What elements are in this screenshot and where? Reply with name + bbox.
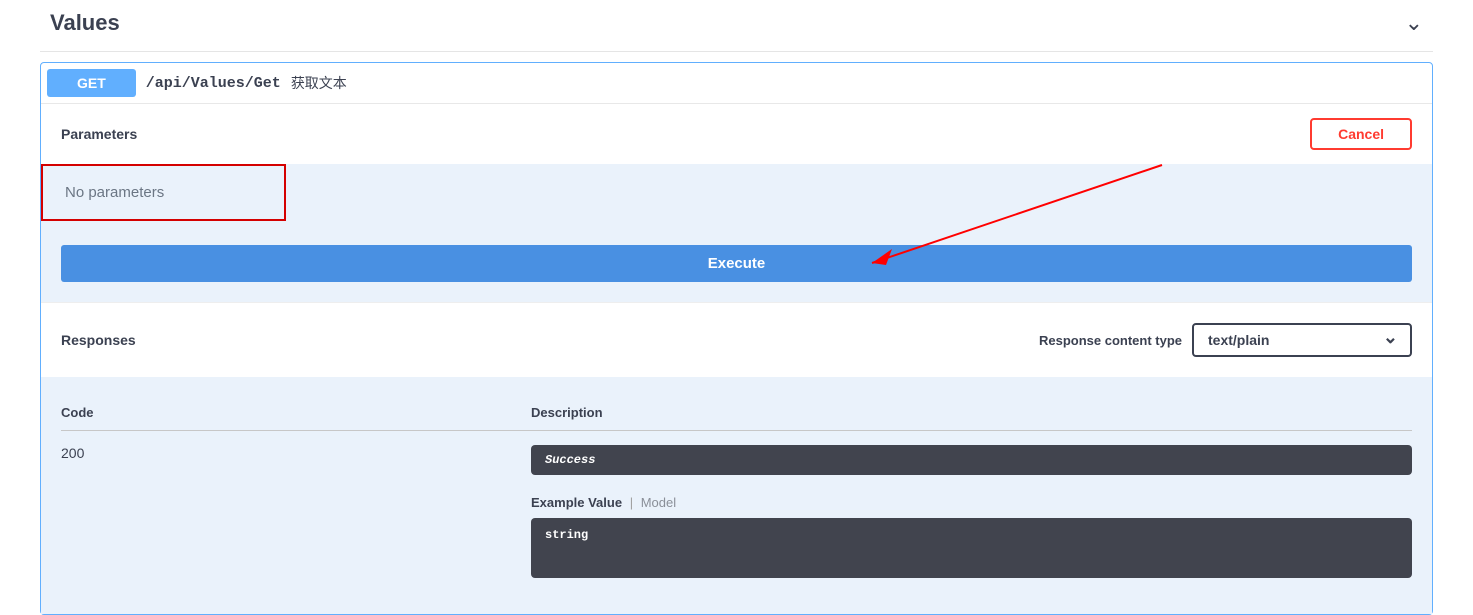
response-content-type-wrap: Response content type text/plain xyxy=(1039,323,1412,357)
response-content-type-label: Response content type xyxy=(1039,333,1182,348)
parameters-section-header: Parameters Cancel xyxy=(41,104,1432,164)
column-header-description: Description xyxy=(531,389,1412,431)
execute-button[interactable]: Execute xyxy=(61,245,1412,282)
cancel-button[interactable]: Cancel xyxy=(1310,118,1412,150)
parameters-body: No parameters xyxy=(41,164,1432,245)
tab-model[interactable]: Model xyxy=(641,495,676,510)
response-code: 200 xyxy=(61,431,531,585)
responses-section-header: Responses Response content type text/pla… xyxy=(41,302,1432,377)
section-header[interactable]: Values ⌄ xyxy=(40,0,1433,52)
table-row: 200 Success Example Value | Model string xyxy=(61,431,1412,585)
responses-body: Code Description 200 Success Example Val… xyxy=(41,377,1432,614)
operation-path: /api/Values/Get xyxy=(146,75,281,92)
example-tabs: Example Value | Model xyxy=(531,495,1412,510)
parameters-heading: Parameters xyxy=(61,126,137,142)
operation-block: GET /api/Values/Get 获取文本 Parameters Canc… xyxy=(40,62,1433,615)
no-parameters-text: No parameters xyxy=(41,164,286,221)
response-content-type-select[interactable]: text/plain xyxy=(1192,323,1412,357)
execute-section: Execute xyxy=(41,245,1432,302)
chevron-down-icon[interactable]: ⌄ xyxy=(1405,10,1433,36)
operation-summary[interactable]: GET /api/Values/Get 获取文本 xyxy=(41,63,1432,104)
operation-description: 获取文本 xyxy=(291,73,347,93)
section-title: Values xyxy=(50,10,120,36)
tab-separator: | xyxy=(630,495,633,510)
example-value-box[interactable]: string xyxy=(531,518,1412,578)
responses-table: Code Description 200 Success Example Val… xyxy=(61,389,1412,584)
response-description: Success xyxy=(531,445,1412,475)
column-header-code: Code xyxy=(61,389,531,431)
tab-example-value[interactable]: Example Value xyxy=(531,495,622,510)
responses-heading: Responses xyxy=(61,332,136,348)
http-method-badge: GET xyxy=(47,69,136,97)
